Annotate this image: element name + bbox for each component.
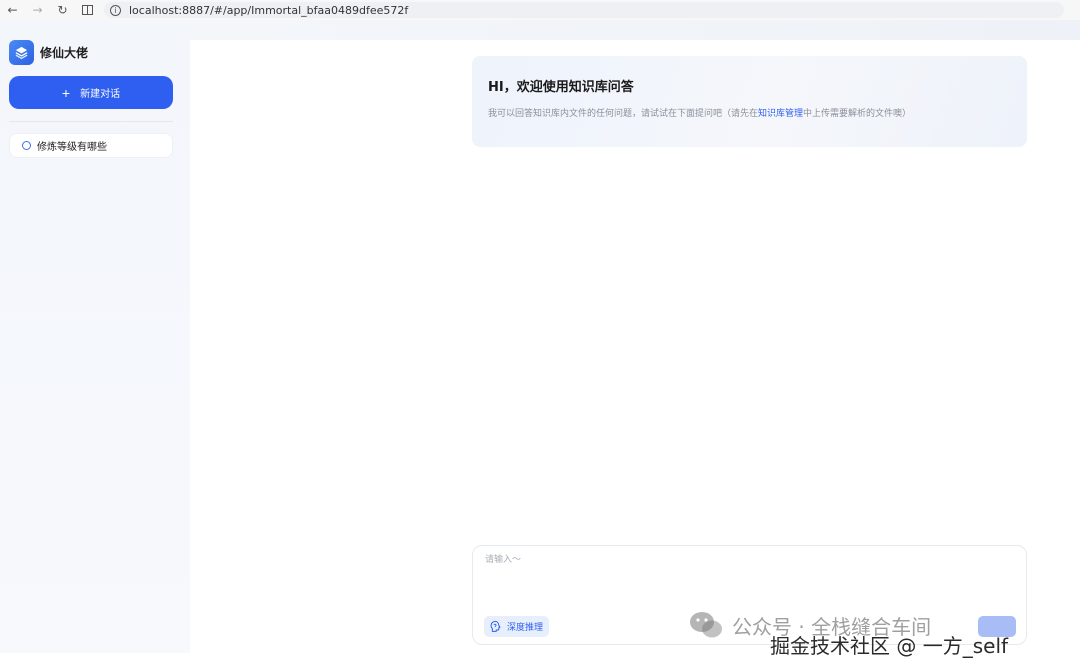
back-arrow-icon[interactable]: ← xyxy=(0,0,25,20)
layers-logo-icon xyxy=(9,40,34,65)
address-bar[interactable]: i localhost:8887/#/app/Immortal_bfaa0489… xyxy=(104,2,1064,18)
brain-icon xyxy=(490,620,501,632)
chat-input[interactable] xyxy=(485,552,1005,602)
sidebar-divider xyxy=(9,121,173,122)
knowledge-base-link[interactable]: 知识库管理 xyxy=(758,109,803,119)
app-root: 修仙大佬 + 新建对话 修炼等级有哪些 HI，欢迎使用知识库问答 我可以回答知识… xyxy=(0,20,1080,658)
top-strip xyxy=(190,20,1080,40)
history-item[interactable]: 修炼等级有哪些 xyxy=(9,133,173,158)
forward-arrow-icon[interactable]: → xyxy=(25,0,50,20)
deep-reasoning-button[interactable]: 深度推理 xyxy=(484,616,550,637)
chat-circle-icon xyxy=(22,141,31,150)
welcome-desc-before: 我可以回答知识库内文件的任何问题，请试试在下面提问吧（请先在 xyxy=(488,109,759,119)
welcome-card: HI，欢迎使用知识库问答 我可以回答知识库内文件的任何问题，请试试在下面提问吧（… xyxy=(472,56,1027,147)
welcome-description: 我可以回答知识库内文件的任何问题，请试试在下面提问吧（请先在知识库管理中上传需要… xyxy=(488,106,911,119)
split-view-icon[interactable] xyxy=(75,0,100,20)
deep-reasoning-label: 深度推理 xyxy=(507,622,544,632)
history-item-label: 修炼等级有哪些 xyxy=(37,142,107,153)
new-chat-label: 新建对话 xyxy=(80,89,121,100)
site-info-icon[interactable]: i xyxy=(110,4,121,16)
plus-icon: + xyxy=(61,84,71,101)
new-chat-button[interactable]: + 新建对话 xyxy=(9,76,173,109)
url-text: localhost:8887/#/app/Immortal_bfaa0489df… xyxy=(129,3,409,17)
brand-title: 修仙大佬 xyxy=(40,46,89,60)
welcome-title: HI，欢迎使用知识库问答 xyxy=(488,80,634,95)
wechat-icon xyxy=(690,612,722,638)
browser-toolbar: ← → ↻ i localhost:8887/#/app/Immortal_bf… xyxy=(0,0,1080,20)
sidebar: 修仙大佬 + 新建对话 修炼等级有哪些 xyxy=(0,20,190,653)
reload-icon[interactable]: ↻ xyxy=(50,0,75,20)
brand: 修仙大佬 xyxy=(9,40,88,65)
welcome-desc-after: 中上传需要解析的文件噢） xyxy=(803,109,912,119)
watermark-juejin: 掘金技术社区 @ 一方_self xyxy=(770,634,1009,658)
